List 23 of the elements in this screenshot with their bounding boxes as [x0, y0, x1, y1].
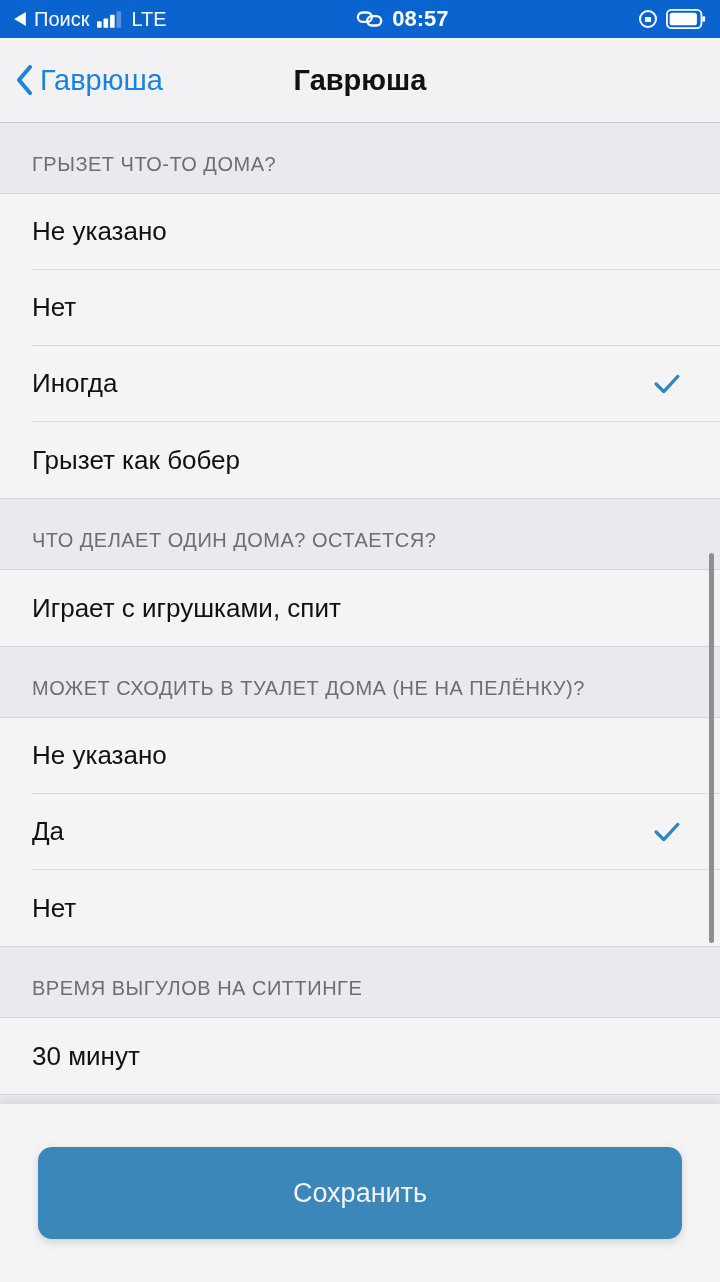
rotation-lock-icon: [638, 9, 658, 29]
section-header: МОЖЕТ СХОДИТЬ В ТУАЛЕТ ДОМА (НЕ НА ПЕЛЁНКУ)?: [32, 676, 585, 700]
screen-title: Гаврюша: [293, 63, 427, 97]
answer-text: Играет с игрушками, спит: [32, 592, 341, 624]
back-button[interactable]: Гаврюша: [16, 63, 163, 97]
save-button[interactable]: Сохранить: [38, 1147, 682, 1239]
battery-icon: [666, 8, 706, 30]
back-app-label[interactable]: Поиск: [34, 7, 90, 31]
clock: 08:57: [392, 6, 449, 32]
back-chevron-icon[interactable]: [16, 65, 32, 95]
signal-icon: [97, 10, 124, 28]
answer-text: 30 минут: [32, 1040, 140, 1072]
link-icon: [356, 9, 385, 29]
network-label: LTE: [131, 7, 167, 31]
option-row[interactable]: Грызет как бобер: [32, 422, 720, 498]
section-header: ГРЫЗЕТ ЧТО-ТО ДОМА?: [32, 152, 277, 176]
option-row[interactable]: Нет: [32, 270, 720, 346]
option-row[interactable]: Нет: [32, 870, 720, 946]
option-row[interactable]: Не указано: [32, 194, 720, 270]
option-row[interactable]: Иногда: [32, 346, 720, 422]
section-header: ЧТО ДЕЛАЕТ ОДИН ДОМА? ОСТАЕТСЯ?: [32, 528, 437, 552]
back-arrow-icon[interactable]: [14, 12, 26, 26]
section-header: ВРЕМЯ ВЫГУЛОВ НА СИТТИНГЕ: [32, 976, 363, 1000]
